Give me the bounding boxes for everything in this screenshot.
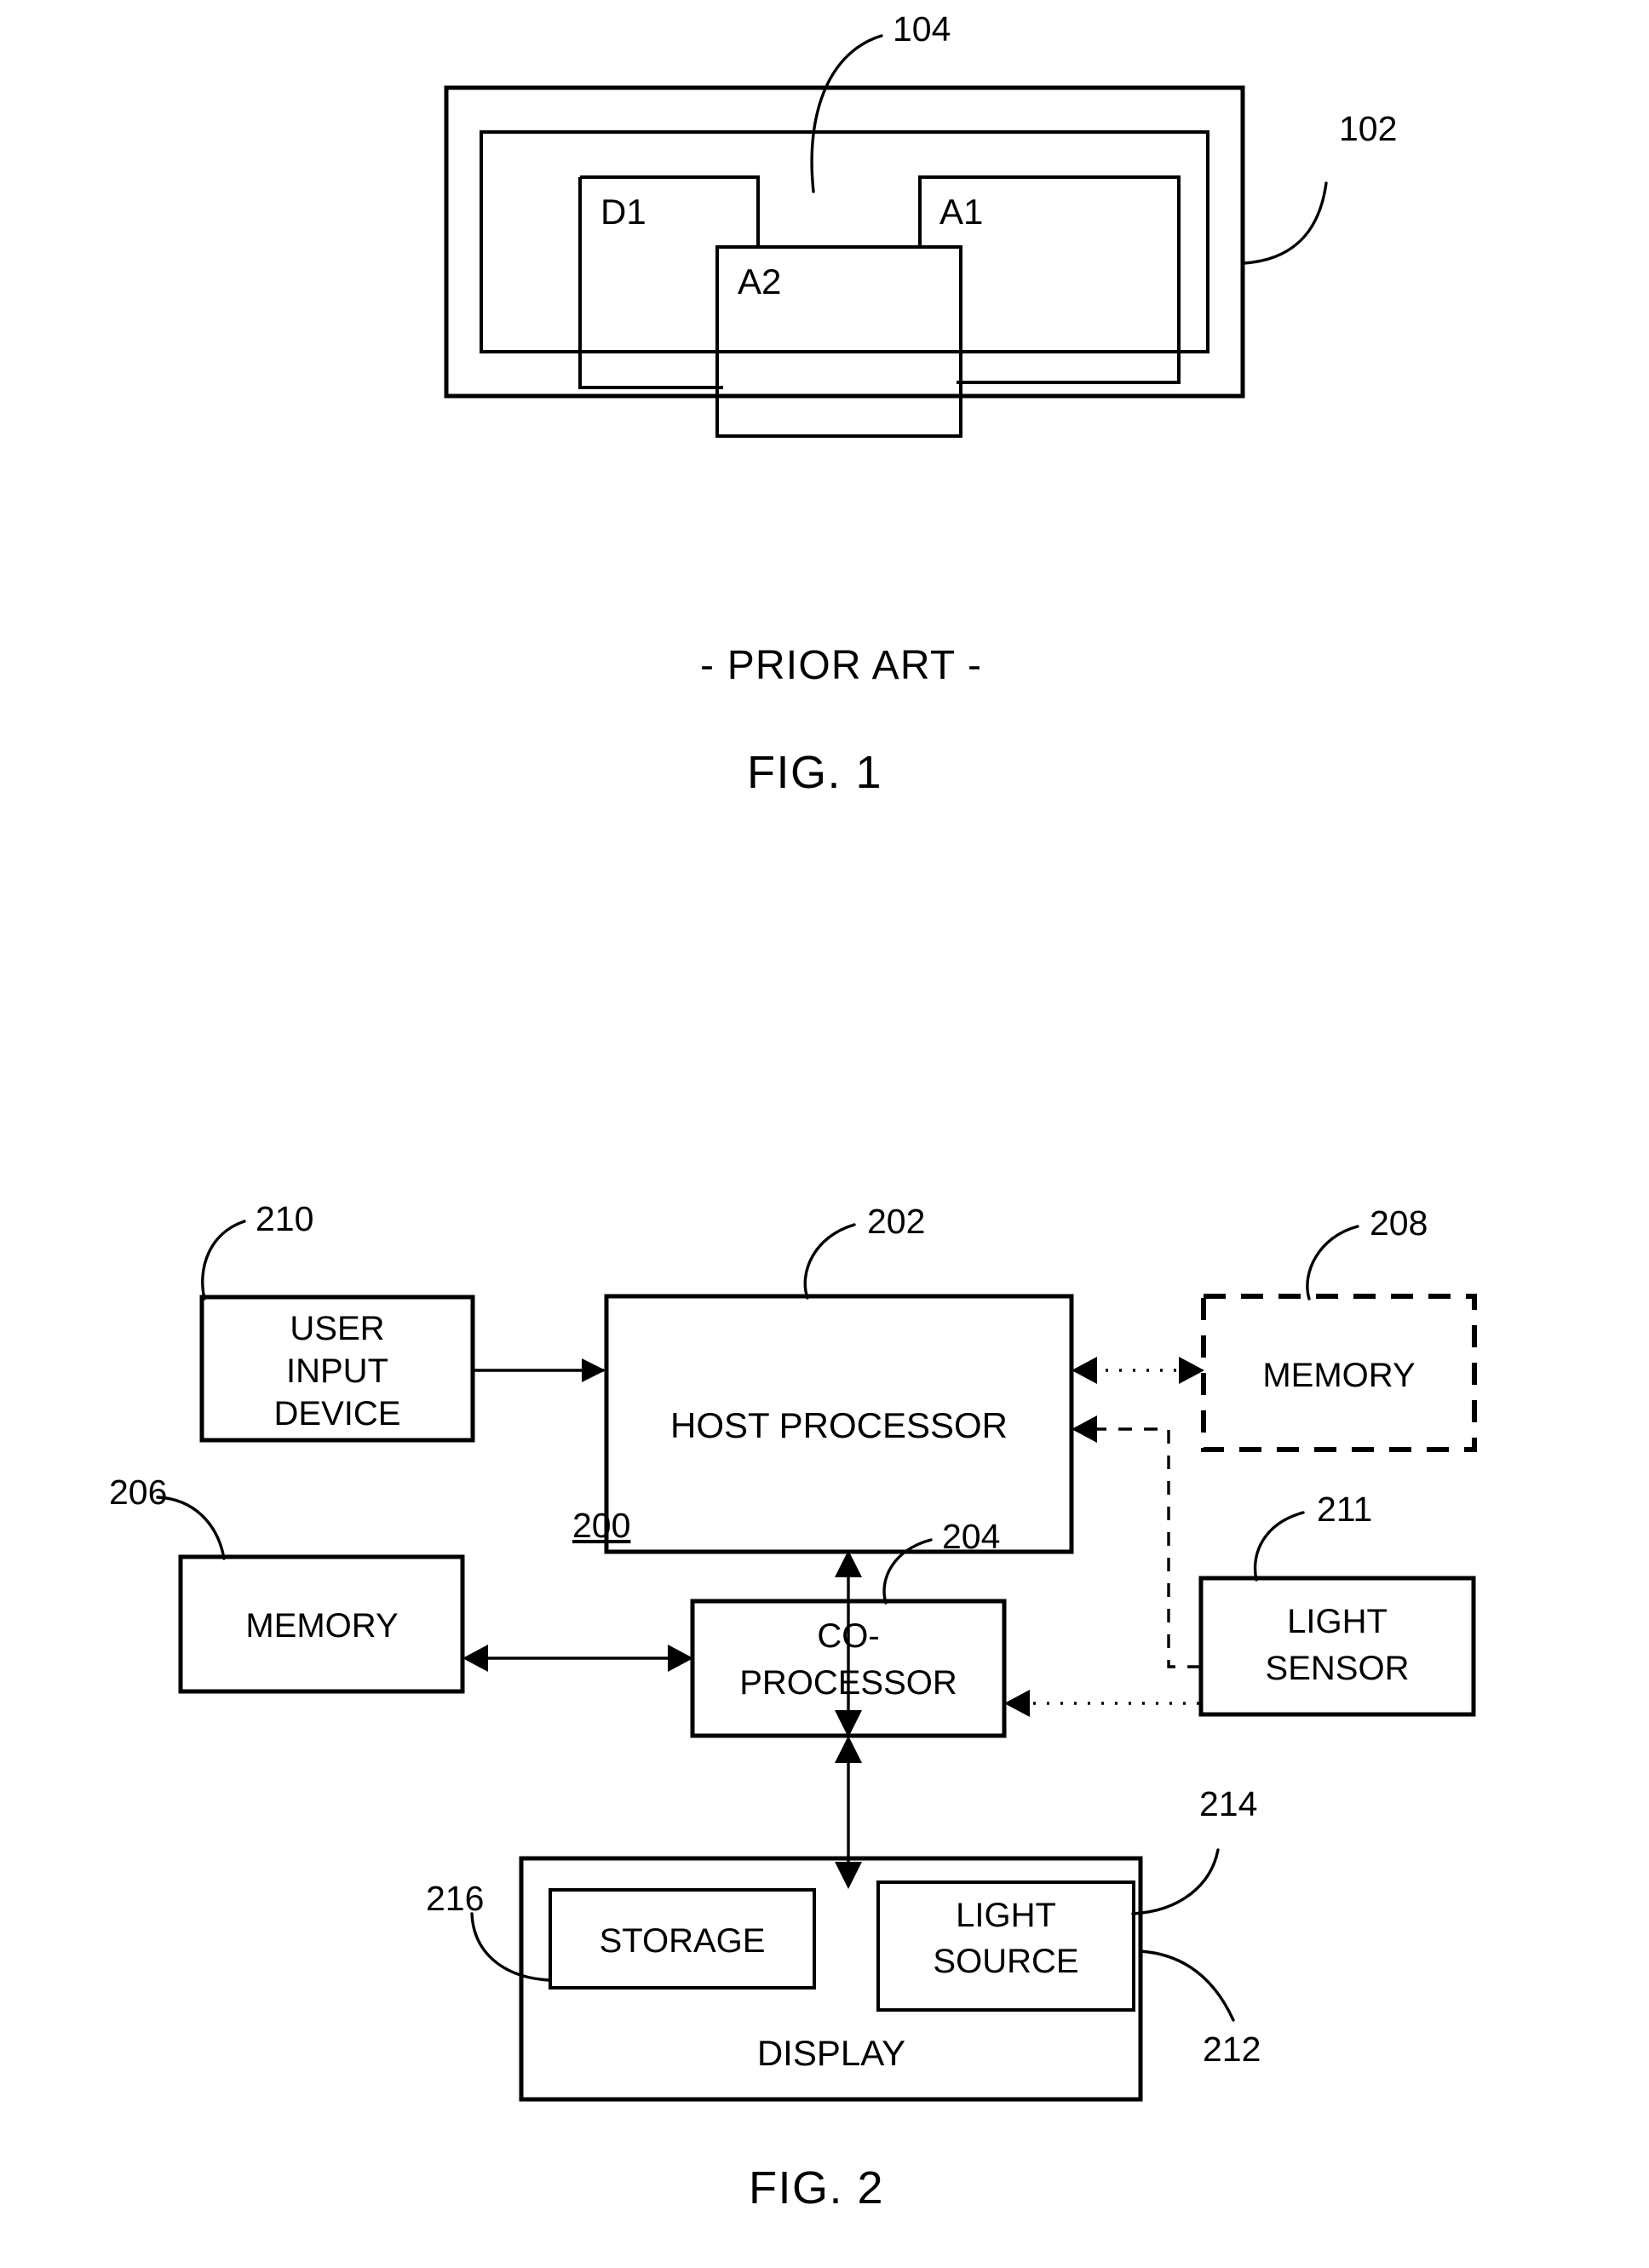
- light-source-label-line2: SOURCE: [933, 1943, 1078, 1980]
- reference-numeral-204: 204: [942, 1517, 1000, 1556]
- reference-numeral-216: 216: [426, 1879, 484, 1918]
- memory-208-label: MEMORY: [1262, 1357, 1415, 1394]
- reference-numeral-214: 214: [1199, 1784, 1257, 1823]
- window-d1-label: D1: [600, 192, 646, 232]
- window-a2-label: A2: [738, 261, 781, 301]
- reference-numeral-202: 202: [867, 1202, 925, 1241]
- light-sensor-label-line2: SENSOR: [1266, 1650, 1410, 1687]
- storage-label: STORAGE: [600, 1922, 766, 1960]
- light-sensor-label-line1: LIGHT: [1287, 1603, 1388, 1640]
- reference-numeral-210: 210: [256, 1199, 313, 1238]
- display-label: DISPLAY: [757, 2033, 905, 2073]
- user-input-device-label-line3: DEVICE: [274, 1395, 401, 1433]
- page-background: [0, 0, 1649, 2268]
- host-processor-label: HOST PROCESSOR: [670, 1405, 1008, 1445]
- figure-1-caption: FIG. 1: [747, 747, 882, 798]
- user-input-device-label-line2: INPUT: [286, 1352, 388, 1390]
- patent-drawing-sheet: 104 D1 A1 A2 102 - PRIOR ART - FIG. 1 21…: [0, 0, 1649, 2268]
- window-a1-label: A1: [939, 192, 983, 232]
- light-source-label-line1: LIGHT: [956, 1897, 1056, 1934]
- figure-1-prior-art-caption: - PRIOR ART -: [700, 643, 982, 688]
- reference-numeral-211: 211: [1317, 1490, 1372, 1529]
- reference-numeral-206: 206: [109, 1473, 167, 1512]
- memory-206-label: MEMORY: [245, 1607, 398, 1645]
- system-numeral-200: 200: [572, 1506, 630, 1545]
- reference-numeral-208: 208: [1370, 1203, 1428, 1243]
- reference-numeral-102: 102: [1339, 109, 1397, 148]
- reference-numeral-104: 104: [893, 9, 951, 49]
- figure-2-caption: FIG. 2: [749, 2162, 884, 2213]
- reference-numeral-212: 212: [1203, 2030, 1261, 2069]
- drawing-canvas: 104 D1 A1 A2 102 - PRIOR ART - FIG. 1 21…: [0, 0, 1649, 2268]
- user-input-device-label-line1: USER: [290, 1310, 384, 1347]
